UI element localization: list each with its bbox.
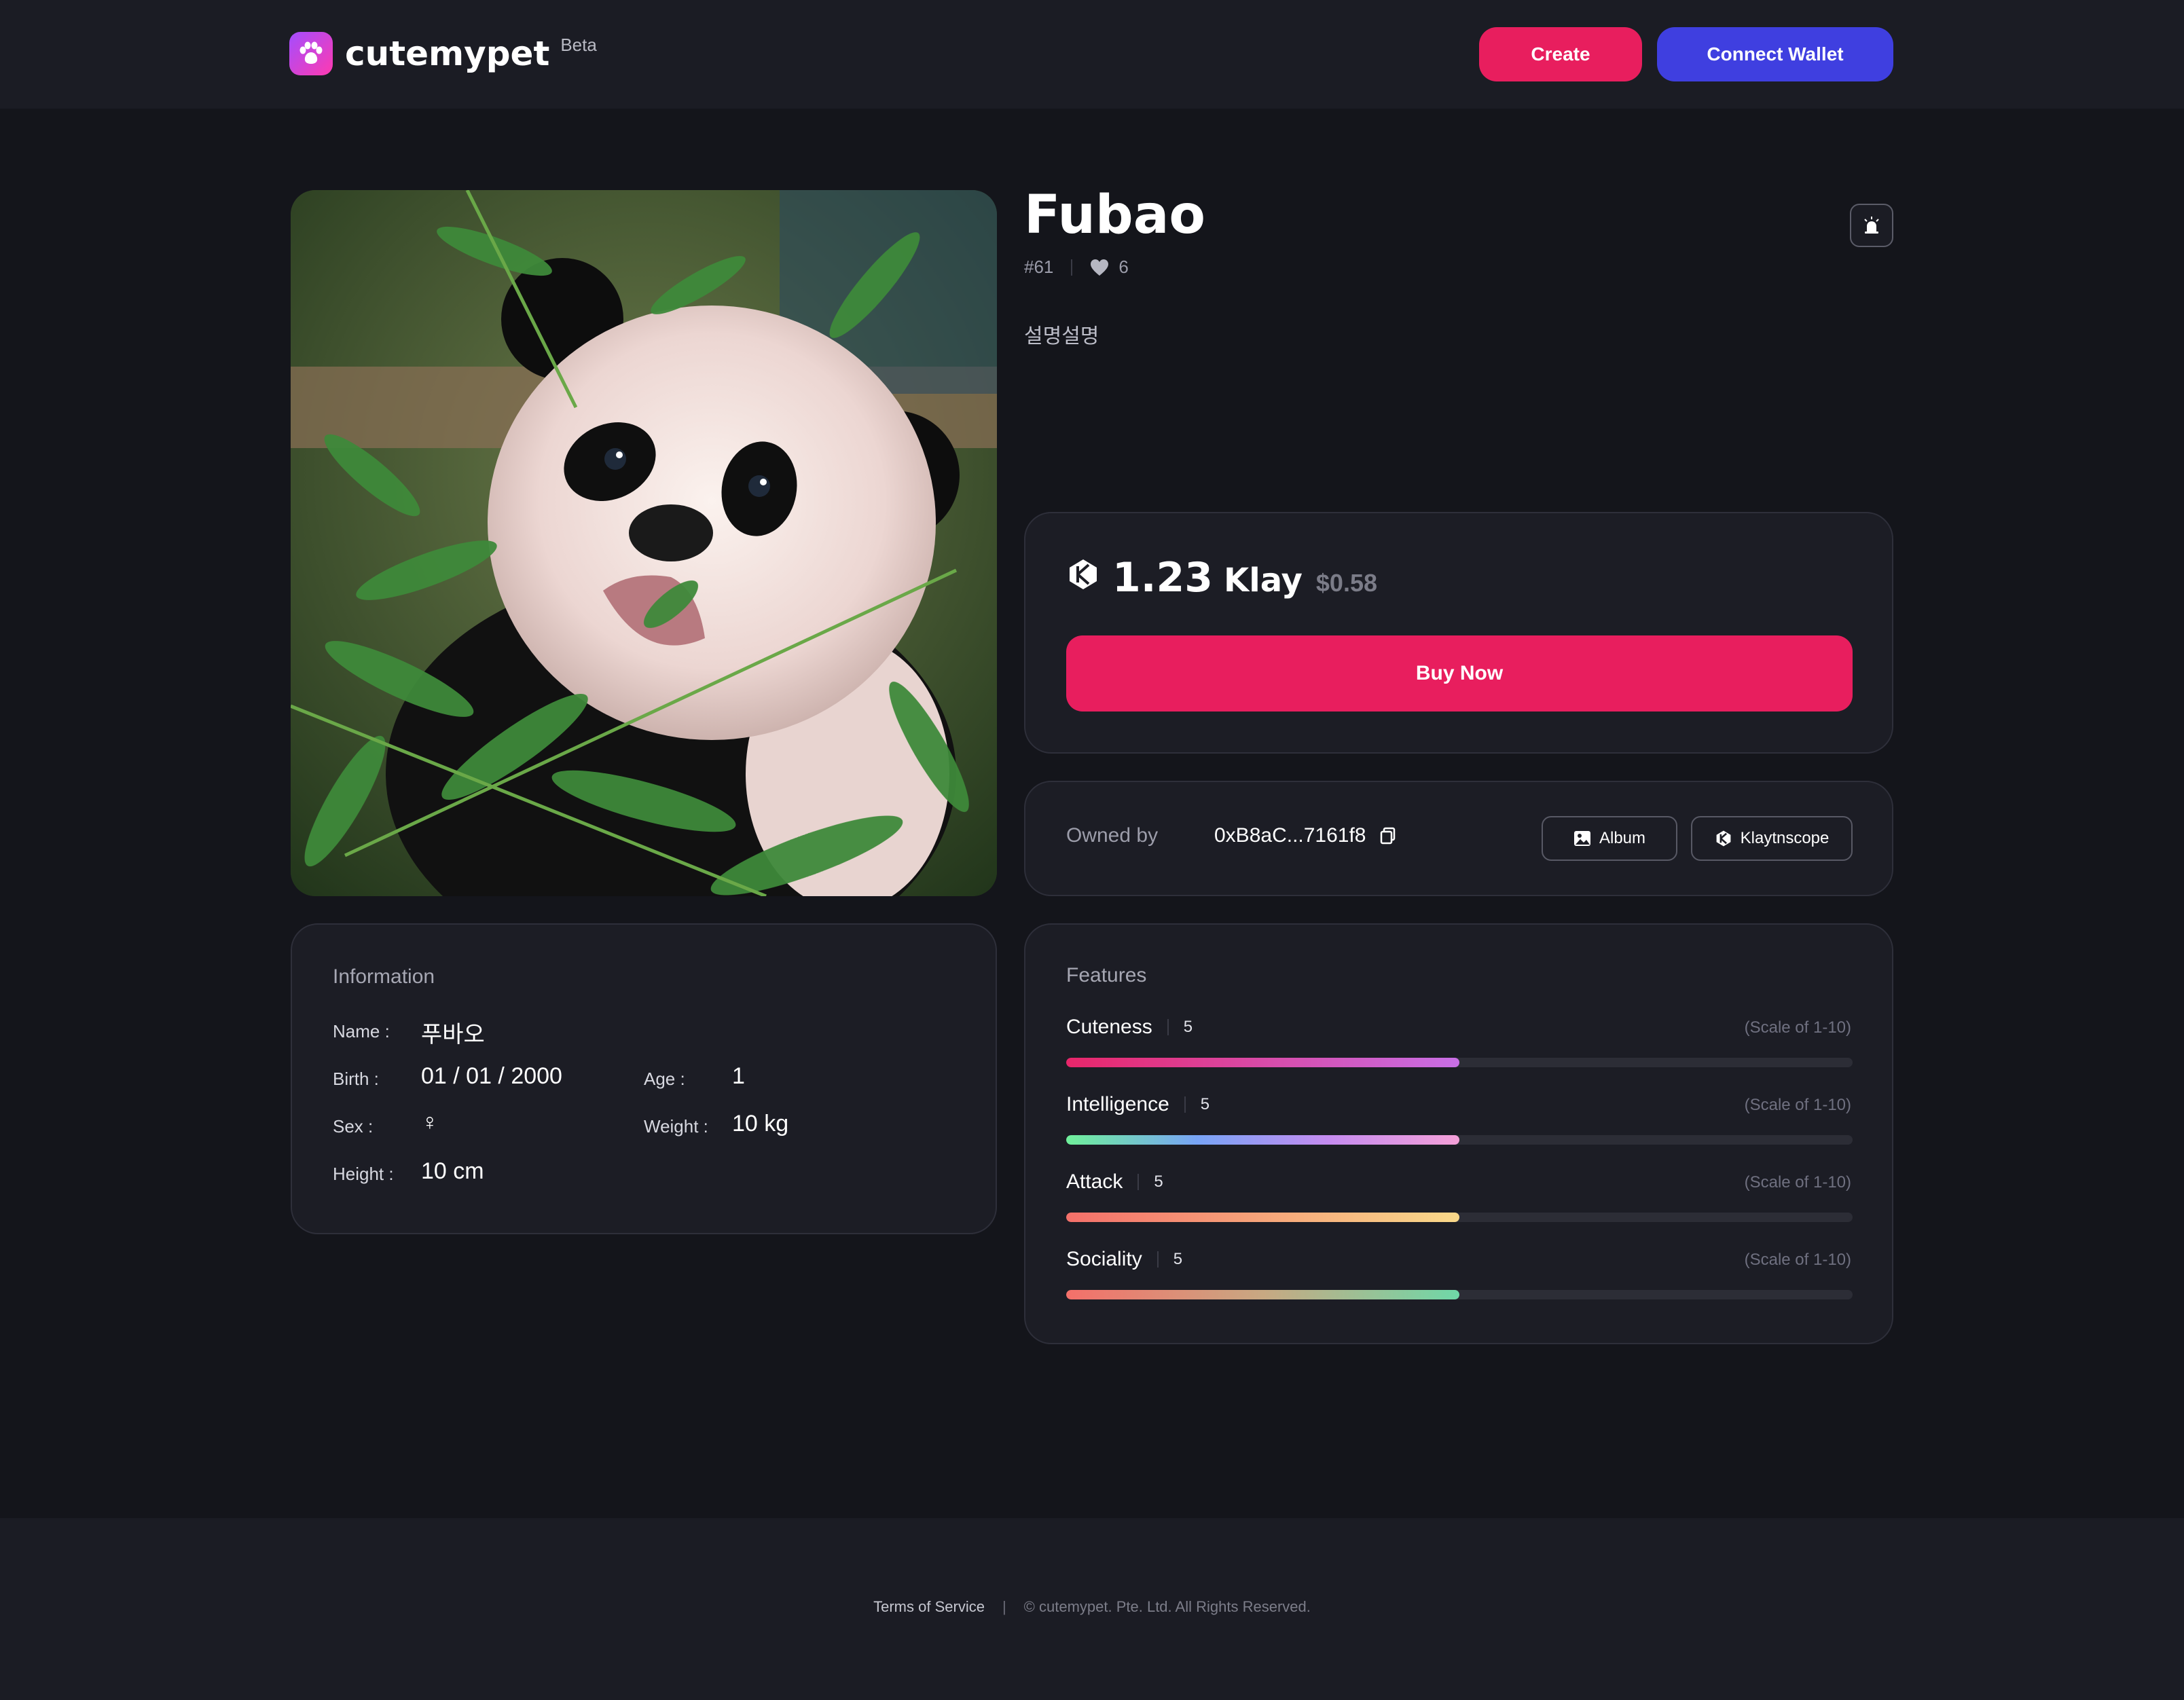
price-usd: $0.58	[1315, 569, 1377, 597]
feature-scale: (Scale of 1-10)	[1744, 1173, 1851, 1191]
feature-bar-fill	[1066, 1135, 1459, 1145]
feature-sociality: Sociality 5	[1066, 1248, 1182, 1271]
information-card: Information Name : 푸바오 Birth : 01 / 01 /…	[291, 923, 997, 1234]
age-label: Age :	[644, 1069, 685, 1089]
feature-bar-track	[1066, 1058, 1853, 1067]
copy-icon[interactable]	[1380, 827, 1396, 845]
price-row: 1.23 Klay $0.58	[1066, 554, 1377, 602]
feature-bar-track	[1066, 1135, 1853, 1145]
feature-divider	[1167, 1019, 1169, 1035]
footer-divider: |	[1002, 1598, 1006, 1615]
feature-scale: (Scale of 1-10)	[1744, 1251, 1851, 1269]
feature-divider	[1184, 1096, 1186, 1113]
siren-icon	[1864, 217, 1879, 234]
feature-intelligence: Intelligence 5	[1066, 1093, 1209, 1116]
album-label: Album	[1599, 829, 1646, 847]
feature-divider	[1138, 1174, 1140, 1190]
logo-text: cutemypet	[345, 34, 550, 73]
feature-name: Attack	[1066, 1170, 1123, 1193]
buy-now-button[interactable]: Buy Now	[1066, 635, 1853, 712]
birth-value: 01 / 01 / 2000	[421, 1063, 562, 1089]
meta-divider	[1071, 259, 1073, 276]
paw-icon	[289, 32, 333, 75]
klay-icon	[1716, 830, 1731, 847]
feature-scale: (Scale of 1-10)	[1744, 1096, 1851, 1114]
features-title: Features	[1066, 964, 1147, 986]
feature-name: Intelligence	[1066, 1093, 1169, 1115]
price-unit: Klay	[1224, 561, 1303, 599]
feature-bar-track	[1066, 1213, 1853, 1222]
klay-icon	[1070, 559, 1097, 589]
feature-value: 5	[1173, 1250, 1183, 1268]
feature-divider	[1157, 1251, 1159, 1268]
name-value: 푸바오	[421, 1022, 485, 1048]
terms-link[interactable]: Terms of Service	[873, 1598, 985, 1616]
footer: Terms of Service | © cutemypet. Pte. Ltd…	[0, 1518, 2184, 1700]
feature-bar-track	[1066, 1290, 1853, 1299]
pet-image	[291, 190, 997, 896]
klaytnscope-label: Klaytnscope	[1740, 829, 1830, 847]
like-count: 6	[1118, 257, 1129, 277]
connect-wallet-button[interactable]: Connect Wallet	[1657, 27, 1893, 81]
album-button[interactable]: Album	[1542, 816, 1677, 861]
report-button[interactable]	[1850, 204, 1893, 247]
feature-bar-fill	[1066, 1058, 1459, 1067]
name-label: Name :	[333, 1021, 390, 1041]
weight-value: 10 kg	[732, 1111, 789, 1137]
pet-name: Fubao	[1024, 185, 1205, 246]
top-nav: cutemypet Beta Create Connect Wallet	[0, 0, 2184, 109]
create-button[interactable]: Create	[1479, 27, 1642, 81]
feature-value: 5	[1183, 1018, 1193, 1036]
token-id: #61	[1024, 257, 1054, 277]
height-label: Height :	[333, 1164, 394, 1184]
feature-bar-fill	[1066, 1213, 1459, 1222]
owner-address[interactable]: 0xB8aC...7161f8	[1214, 824, 1396, 847]
sex-label: Sex :	[333, 1116, 374, 1137]
birth-label: Birth :	[333, 1069, 379, 1089]
owner-card: Owned by 0xB8aC...7161f8 Album Klaytnsco…	[1024, 781, 1893, 896]
logo[interactable]: cutemypet Beta	[289, 31, 597, 76]
copyright-text: © cutemypet. Pte. Ltd. All Rights Reserv…	[1023, 1598, 1311, 1615]
feature-name: Sociality	[1066, 1248, 1142, 1270]
pet-description: 설명설명	[1024, 325, 1099, 348]
feature-bar-fill	[1066, 1290, 1459, 1299]
feature-attack: Attack 5	[1066, 1170, 1163, 1194]
features-card: Features Cuteness 5 (Scale of 1-10) Inte…	[1024, 923, 1893, 1344]
heart-icon[interactable]	[1090, 259, 1109, 276]
feature-cuteness: Cuteness 5	[1066, 1016, 1193, 1039]
image-icon	[1573, 831, 1590, 846]
price-amount: 1.23	[1112, 554, 1214, 602]
owner-label: Owned by	[1066, 824, 1159, 847]
feature-value: 5	[1200, 1095, 1210, 1113]
owner-address-text: 0xB8aC...7161f8	[1214, 824, 1366, 847]
beta-badge: Beta	[560, 34, 597, 55]
feature-value: 5	[1154, 1172, 1163, 1191]
information-title: Information	[333, 965, 435, 988]
feature-name: Cuteness	[1066, 1016, 1152, 1038]
pet-meta: #61 6	[1024, 257, 1129, 278]
feature-scale: (Scale of 1-10)	[1744, 1018, 1851, 1037]
weight-label: Weight :	[644, 1116, 708, 1137]
sex-value: ♀	[421, 1109, 439, 1135]
age-value: 1	[732, 1063, 745, 1089]
klaytnscope-button[interactable]: Klaytnscope	[1691, 816, 1853, 861]
price-card: 1.23 Klay $0.58 Buy Now	[1024, 512, 1893, 754]
height-value: 10 cm	[421, 1158, 484, 1184]
footer-row: Terms of Service | © cutemypet. Pte. Ltd…	[0, 1598, 2184, 1616]
